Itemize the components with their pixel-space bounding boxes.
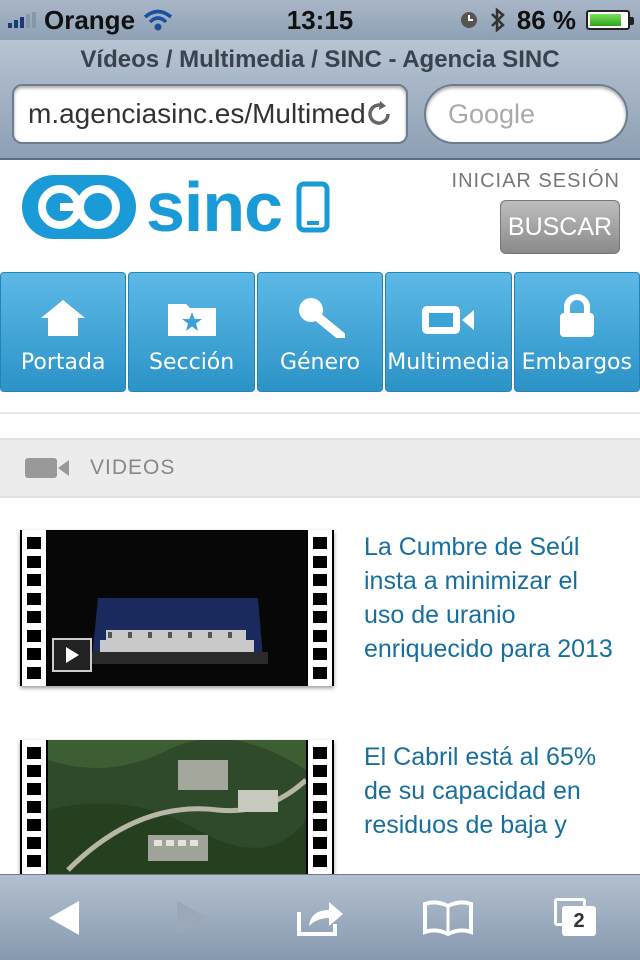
share-icon	[297, 901, 343, 936]
nav-item-seccion[interactable]: Sección	[128, 272, 255, 392]
nav-item-embargos[interactable]: Embargos	[513, 272, 640, 392]
bookmarks-icon	[423, 899, 473, 936]
site-header: sinc INICIAR SESIÓN BUSCAR	[0, 162, 640, 270]
section-title: VIDEOS	[90, 456, 176, 479]
nav-label: Sección	[149, 350, 235, 375]
search-placeholder: Google	[448, 98, 536, 129]
video-thumbnail[interactable]	[20, 530, 334, 686]
page-title: Vídeos / Multimedia / SINC - Agencia SIN…	[80, 46, 560, 73]
tabs-icon: 2	[554, 897, 598, 938]
video-item[interactable]: La Cumbre de Seúl insta a minimizar el u…	[20, 530, 620, 686]
tab-count: 2	[562, 905, 596, 936]
nav-label: Embargos	[521, 350, 632, 375]
signal-strength-icon	[8, 12, 36, 28]
back-arrow-icon	[49, 900, 79, 935]
url-bar[interactable]: m.agenciasinc.es/Multimedia	[12, 84, 408, 144]
browser-toolbar: 2	[0, 874, 640, 960]
login-link[interactable]: INICIAR SESIÓN	[452, 170, 620, 193]
mobile-phone-icon	[296, 181, 330, 233]
nav-label: Portada	[20, 350, 106, 375]
house-icon	[41, 300, 86, 336]
sinc-logo-icon	[22, 175, 136, 239]
forward-button[interactable]	[157, 888, 227, 948]
battery-percent: 86 %	[516, 4, 576, 35]
back-button[interactable]	[29, 888, 99, 948]
nav-label: Género	[279, 350, 361, 375]
battery-icon	[586, 10, 634, 30]
status-bar: Orange 13:15 86 %	[0, 0, 640, 40]
microphone-icon	[299, 298, 346, 338]
nav-label: Multimedia	[387, 350, 510, 375]
video-title-link[interactable]: La Cumbre de Seúl insta a minimizar el u…	[364, 530, 620, 686]
reload-icon[interactable]	[364, 99, 394, 129]
logo-wordmark: sinc	[146, 168, 283, 246]
sinc-logo[interactable]: sinc	[20, 172, 330, 242]
main-nav: Portada Sección Género Multimedia Embarg…	[0, 272, 640, 392]
nav-item-portada[interactable]: Portada	[0, 272, 127, 392]
film-strip-right	[306, 740, 334, 874]
search-input[interactable]: Google	[424, 84, 628, 144]
search-button[interactable]: BUSCAR	[500, 200, 620, 254]
video-thumbnail[interactable]	[20, 740, 334, 874]
video-camera-icon	[25, 458, 69, 478]
video-item[interactable]: El Cabril está al 65% de su capacidad en…	[20, 740, 620, 874]
url-text[interactable]: m.agenciasinc.es/Multimedia	[28, 98, 364, 130]
nav-item-multimedia[interactable]: Multimedia	[385, 272, 512, 392]
video-title-link[interactable]: El Cabril está al 65% de su capacidad en…	[364, 740, 620, 874]
film-strip-right	[306, 530, 334, 686]
share-button[interactable]	[285, 888, 355, 948]
lock-icon	[559, 294, 594, 337]
video-camera-icon	[422, 306, 475, 334]
folder-star-icon	[167, 304, 216, 336]
battery-level	[590, 14, 621, 26]
forward-arrow-icon	[177, 900, 207, 935]
play-icon[interactable]	[52, 638, 92, 672]
bookmarks-button[interactable]	[413, 888, 483, 948]
divider	[0, 412, 640, 414]
bluetooth-icon	[490, 7, 505, 33]
alarm-clock-icon	[460, 12, 477, 28]
film-strip-left	[20, 530, 48, 686]
browser-chrome: Vídeos / Multimedia / SINC - Agencia SIN…	[0, 40, 640, 160]
section-header: VIDEOS	[0, 438, 640, 498]
tabs-button[interactable]: 2	[541, 888, 611, 948]
wifi-icon	[143, 9, 173, 31]
film-strip-left	[20, 740, 48, 874]
video-frame-aerial	[48, 740, 308, 874]
carrier-name: Orange	[44, 4, 136, 35]
nav-item-genero[interactable]: Género	[256, 272, 384, 392]
